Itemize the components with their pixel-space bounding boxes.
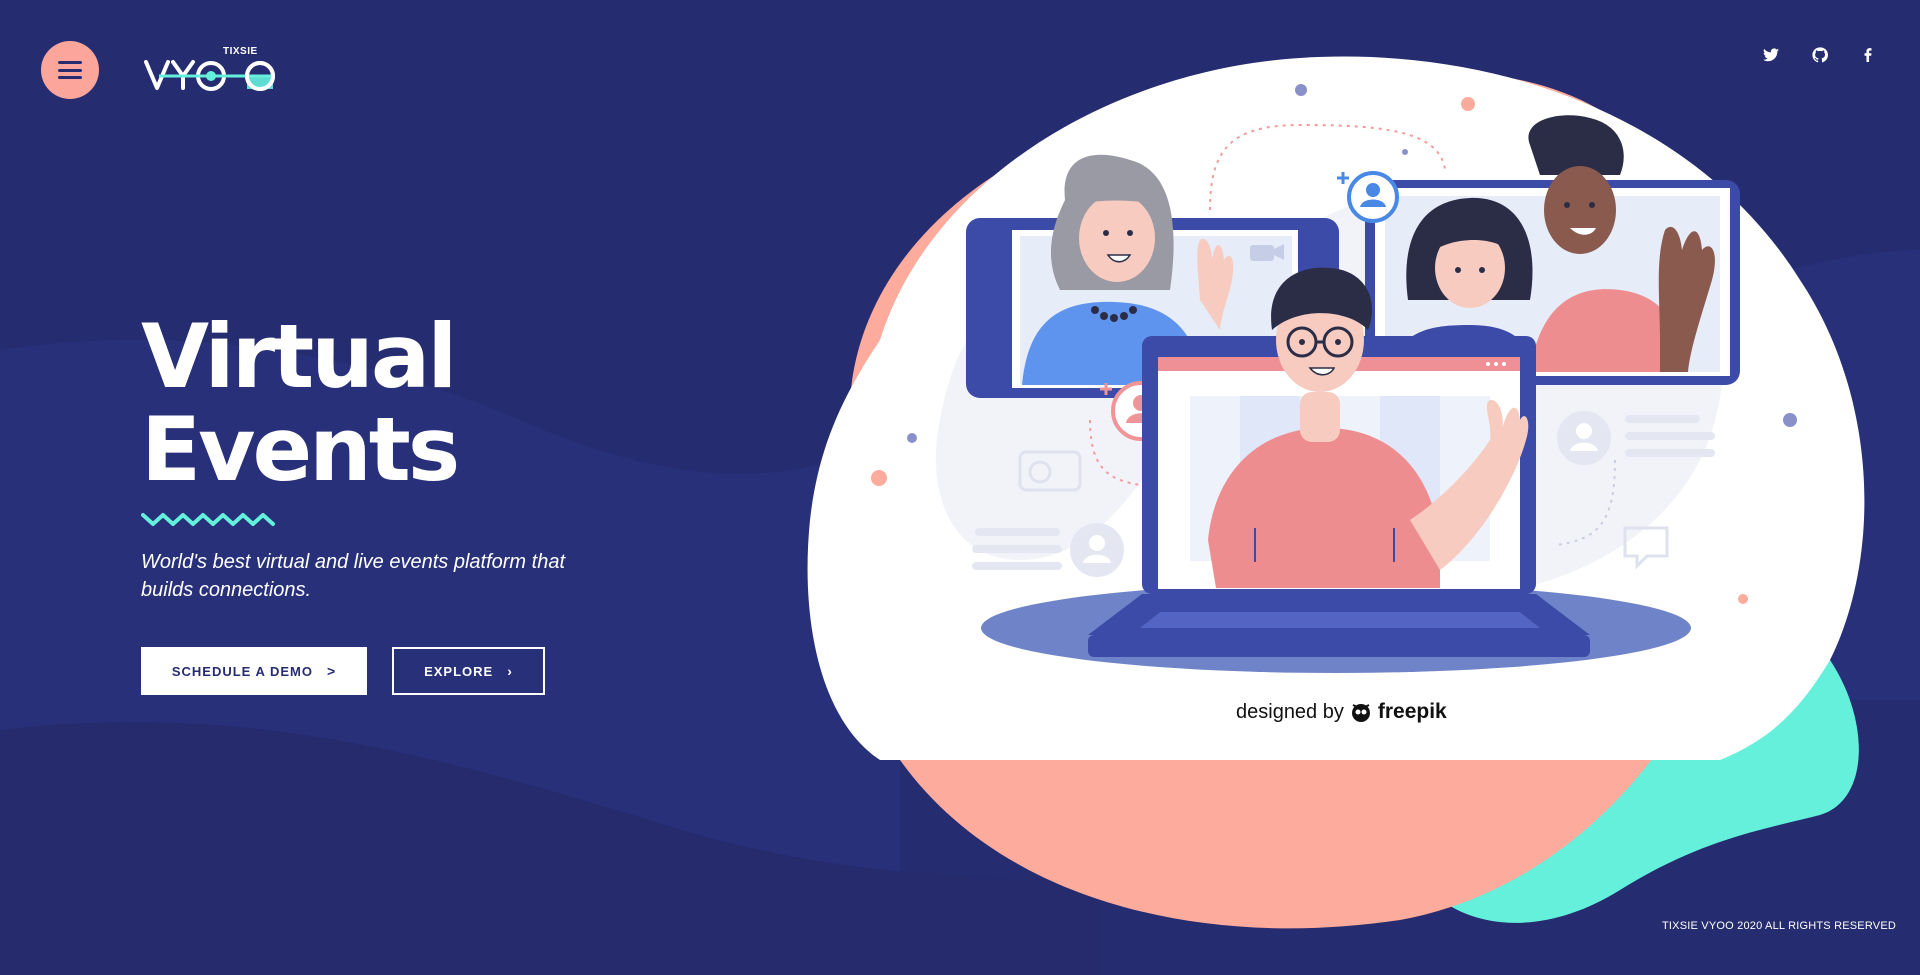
- page-title: Virtual Events: [141, 310, 661, 496]
- cta-buttons: SCHEDULE A DEMO > EXPLORE ›: [141, 647, 661, 695]
- schedule-demo-button[interactable]: SCHEDULE A DEMO >: [141, 647, 367, 695]
- schedule-demo-label: SCHEDULE A DEMO: [171, 663, 313, 679]
- chevron-right-icon: ›: [507, 663, 513, 679]
- footer-copyright: TIXSIE VYOO 2020 ALL RIGHTS RESERVED: [1662, 920, 1897, 932]
- title-line-2: Events: [141, 398, 460, 501]
- explore-label: EXPLORE: [424, 663, 494, 679]
- zigzag-divider-icon: [141, 513, 275, 526]
- logo-wordmark-icon: [144, 60, 275, 91]
- hamburger-icon: [58, 61, 82, 79]
- menu-button[interactable]: [41, 41, 99, 99]
- logo[interactable]: TIXSIE: [143, 46, 283, 98]
- tagline: World's best virtual and live events pla…: [141, 551, 566, 601]
- arrow-right-icon: >: [326, 663, 337, 679]
- credit-prefix: designed by: [1236, 700, 1344, 723]
- illustration-credit[interactable]: designed by freepik: [1236, 700, 1447, 724]
- credit-brand: freepik: [1377, 700, 1447, 723]
- title-line-1: Virtual: [141, 305, 457, 408]
- hero-section: Virtual Events World's best virtual and …: [141, 310, 661, 695]
- explore-button[interactable]: EXPLORE ›: [392, 647, 545, 695]
- freepik-logo-icon: [1351, 704, 1370, 722]
- video-call-illustration: [807, 56, 1865, 929]
